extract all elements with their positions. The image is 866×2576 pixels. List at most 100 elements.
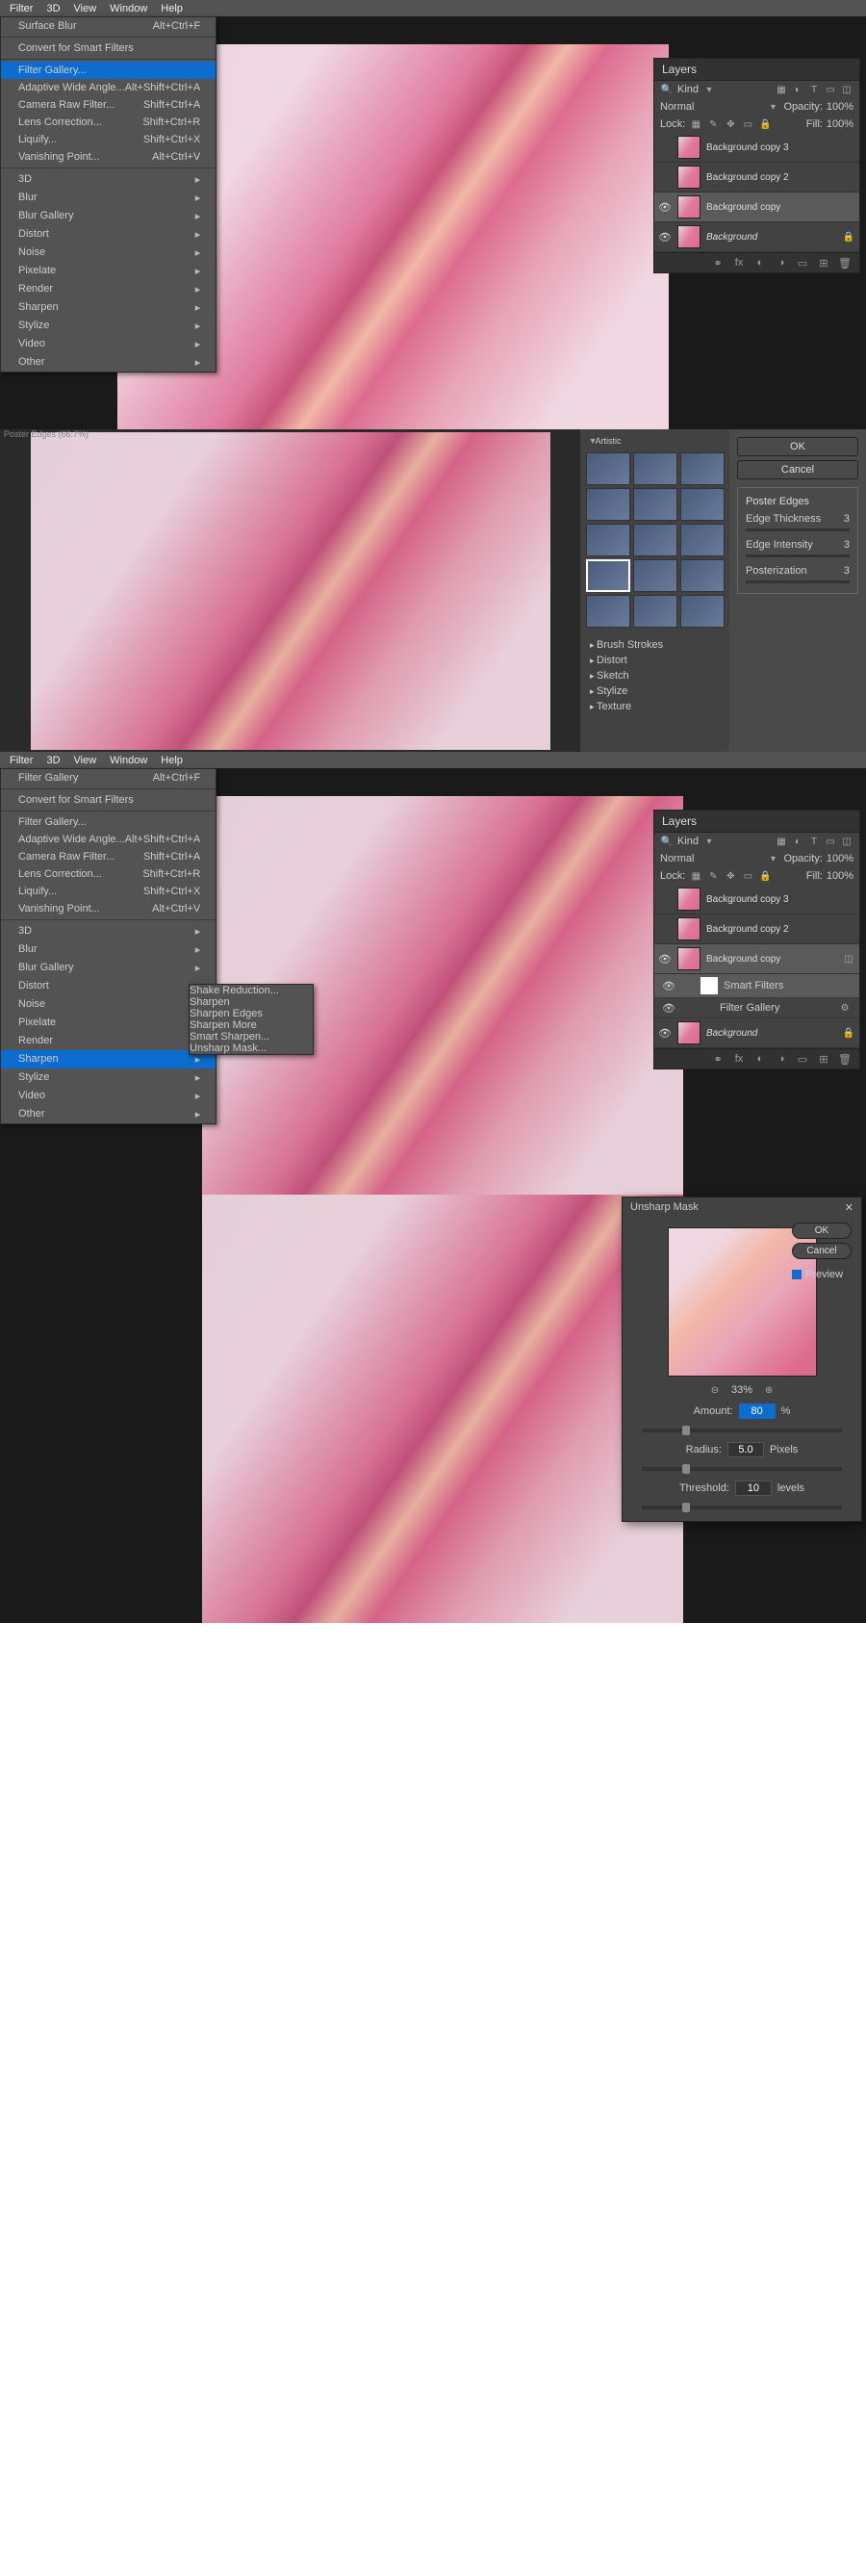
trash-icon[interactable]: 🗑 (838, 257, 852, 269)
filter-gallery-item[interactable]: Filter Gallery... (1, 813, 216, 831)
layers-panel[interactable]: Layers 🔍 Kind ▾ ▦ ◐ T ▭ ◫ Normal ▾ Opaci… (653, 58, 860, 273)
mask-icon[interactable]: ◐ (753, 1053, 767, 1065)
menu-3d[interactable]: 3D (40, 753, 65, 768)
filter-stylize[interactable]: Stylize▸ (1, 317, 216, 335)
unsharp-mask-dialog[interactable]: Unsharp Mask ✕ OK Cancel Preview ⊖ 33% ⊕… (622, 1197, 862, 1522)
vanishing-point[interactable]: Vanishing Point...Alt+Ctrl+V (1, 148, 216, 166)
filter-thumb[interactable] (586, 452, 630, 485)
filter-dropdown-icon[interactable]: ▾ (702, 84, 716, 95)
zoom-out-icon[interactable]: ⊖ (708, 1384, 722, 1396)
layer-row[interactable]: Background copy 2 (654, 163, 859, 193)
eye-icon[interactable]: 👁 (658, 200, 672, 214)
group-icon[interactable]: ▭ (796, 1053, 809, 1065)
eye-icon[interactable]: 👁 (658, 230, 672, 244)
close-icon[interactable]: ✕ (845, 1201, 853, 1214)
cancel-button[interactable]: Cancel (737, 460, 858, 479)
lock-paint-icon[interactable]: ✎ (706, 118, 720, 130)
layer-row[interactable]: Background copy 3 (654, 133, 859, 163)
shape-filter-icon[interactable]: ▭ (824, 836, 837, 847)
edge-intensity-slider[interactable]: Edge Intensity3 (746, 539, 850, 551)
layer-row-selected[interactable]: 👁Background copy◫ (654, 944, 859, 974)
unsharp-mask-item[interactable]: Unsharp Mask... (190, 1043, 313, 1054)
filter-gallery-smartfilter[interactable]: 👁Filter Gallery⚙ (654, 998, 859, 1018)
fx-icon[interactable]: fx (732, 1053, 746, 1065)
lens-correction[interactable]: Lens Correction...Shift+Ctrl+R (1, 865, 216, 883)
filter-other[interactable]: Other▸ (1, 1105, 216, 1123)
preview-checkbox[interactable]: Preview (792, 1269, 852, 1280)
filter-render[interactable]: Render▸ (1, 1032, 216, 1050)
pixel-filter-icon[interactable]: ▦ (775, 836, 788, 847)
smart-filter-icon[interactable]: ◫ (840, 836, 853, 847)
menu-window[interactable]: Window (104, 753, 153, 768)
menu-3d[interactable]: 3D (40, 1, 65, 16)
menubar[interactable]: Filter 3D View Window Help (0, 0, 866, 16)
filter-thumb-selected[interactable] (586, 559, 630, 592)
link-icon[interactable]: ⚭ (711, 257, 725, 269)
search-icon[interactable]: 🔍 (660, 84, 674, 95)
lock-position-icon[interactable]: ✥ (724, 870, 737, 882)
blend-options-icon[interactable]: ⚙ (838, 1002, 852, 1014)
filter-thumb[interactable] (633, 595, 677, 628)
layer-row[interactable]: Background copy 3 (654, 885, 859, 914)
link-icon[interactable]: ⚭ (711, 1053, 725, 1065)
filter-distort[interactable]: Distort▸ (1, 977, 216, 995)
filter-video[interactable]: Video▸ (1, 335, 216, 353)
filter-thumb[interactable] (680, 559, 725, 592)
filter-distort[interactable]: Distort▸ (1, 225, 216, 244)
fill-value[interactable]: 100% (827, 118, 853, 130)
eye-icon[interactable]: 👁 (658, 952, 672, 966)
type-filter-icon[interactable]: T (807, 84, 821, 95)
filter-noise[interactable]: Noise▸ (1, 995, 216, 1014)
menu-filter[interactable]: Filter (4, 753, 38, 768)
artistic-folder[interactable]: Artistic (601, 435, 615, 447)
mask-icon[interactable]: ◐ (753, 257, 767, 269)
smart-filter-icon[interactable]: ◫ (840, 84, 853, 95)
menu-help[interactable]: Help (155, 753, 189, 768)
filter-thumb[interactable] (680, 452, 725, 485)
filter-thumb[interactable] (633, 559, 677, 592)
camera-raw-filter[interactable]: Camera Raw Filter...Shift+Ctrl+A (1, 96, 216, 114)
threshold-slider[interactable] (642, 1506, 842, 1509)
last-filter-item[interactable]: Surface BlurAlt+Ctrl+F (1, 17, 216, 35)
layer-row-selected[interactable]: 👁Background copy (654, 193, 859, 222)
smart-sharpen[interactable]: Smart Sharpen... (190, 1031, 313, 1043)
filter-other[interactable]: Other▸ (1, 353, 216, 372)
zoom-in-icon[interactable]: ⊕ (762, 1384, 776, 1396)
liquify[interactable]: Liquify...Shift+Ctrl+X (1, 883, 216, 900)
filter-thumb[interactable] (633, 524, 677, 556)
filter-blur[interactable]: Blur▸ (1, 940, 216, 959)
canvas[interactable] (202, 1195, 683, 1623)
new-layer-icon[interactable]: ⊞ (817, 257, 830, 269)
edge-thickness-slider[interactable]: Edge Thickness3 (746, 513, 850, 525)
layer-row[interactable]: Background copy 2 (654, 914, 859, 944)
eye-icon[interactable]: 👁 (658, 1026, 672, 1040)
filter-3d[interactable]: 3D▸ (1, 922, 216, 940)
amount-input[interactable] (739, 1404, 776, 1419)
convert-smart-filters[interactable]: Convert for Smart Filters (1, 39, 216, 57)
layers-panel[interactable]: Layers 🔍 Kind ▾ ▦ ◐ T ▭ ◫ Normal▾ Opacit… (653, 810, 860, 1069)
vanishing-point[interactable]: Vanishing Point...Alt+Ctrl+V (1, 900, 216, 917)
lens-correction[interactable]: Lens Correction...Shift+Ctrl+R (1, 114, 216, 131)
filter-gallery-item[interactable]: Filter Gallery... (1, 62, 216, 79)
lock-artboard-icon[interactable]: ▭ (741, 118, 754, 130)
layer-row[interactable]: 👁Background🔒 (654, 222, 859, 252)
filter-thumb[interactable] (586, 524, 630, 556)
lock-all-icon[interactable]: 🔒 (758, 870, 772, 882)
filter-3d[interactable]: 3D▸ (1, 170, 216, 189)
adjustment-icon[interactable]: ◑ (775, 1053, 788, 1065)
search-icon[interactable]: 🔍 (660, 836, 674, 847)
radius-slider[interactable] (642, 1467, 842, 1471)
filter-sharpen[interactable]: Sharpen▸ (1, 1050, 216, 1069)
filter-dropdown[interactable]: Filter GalleryAlt+Ctrl+F Convert for Sma… (0, 768, 216, 1124)
folder-brush-strokes[interactable]: ▸ Brush Strokes (586, 637, 724, 653)
ok-button[interactable]: OK (737, 437, 858, 456)
lock-all-icon[interactable]: 🔒 (758, 118, 772, 130)
filter-sharpen[interactable]: Sharpen▸ (1, 298, 216, 317)
fx-icon[interactable]: fx (732, 257, 746, 269)
filter-stylize[interactable]: Stylize▸ (1, 1069, 216, 1087)
menu-window[interactable]: Window (104, 1, 153, 16)
filter-thumb[interactable] (680, 524, 725, 556)
filter-pixelate[interactable]: Pixelate▸ (1, 1014, 216, 1032)
blend-mode[interactable]: Normal (660, 101, 763, 113)
lock-position-icon[interactable]: ✥ (724, 118, 737, 130)
